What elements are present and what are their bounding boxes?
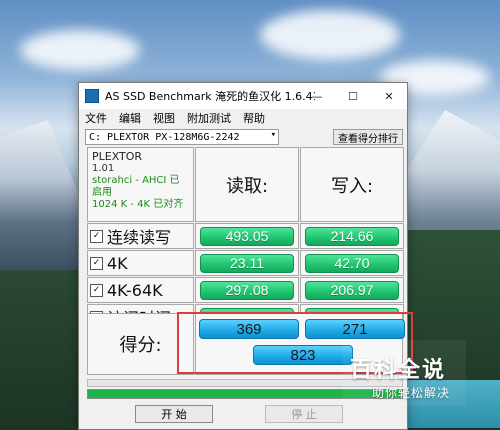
drive-select-value: C: PLEXTOR PX-128M6G-2242 bbox=[89, 131, 240, 143]
chevron-down-icon: ▾ bbox=[270, 130, 276, 140]
test-row-seq: ✓ 连续读写 bbox=[87, 223, 194, 249]
4k64-write-cell: 206.97 bbox=[300, 277, 404, 303]
4k64-write-value: 206.97 bbox=[305, 280, 399, 300]
menu-edit[interactable]: 编辑 bbox=[119, 110, 141, 126]
start-button[interactable]: 开 始 bbox=[135, 405, 213, 423]
4k64-checkbox[interactable]: ✓ bbox=[90, 283, 103, 297]
4k-write-cell: 42.70 bbox=[300, 250, 404, 276]
watermark-title: 百科全说 bbox=[350, 358, 447, 383]
4k64-read-value: 297.08 bbox=[200, 280, 294, 300]
seq-checkbox[interactable]: ✓ bbox=[90, 229, 103, 243]
menu-help[interactable]: 帮助 bbox=[243, 110, 265, 126]
menu-file[interactable]: 文件 bbox=[85, 110, 107, 126]
stop-button[interactable]: 停 止 bbox=[265, 405, 343, 423]
drive-row: C: PLEXTOR PX-128M6G-2242 ▾ 查看得分排行 bbox=[79, 127, 407, 147]
cloud bbox=[20, 30, 140, 70]
app-icon bbox=[85, 89, 99, 103]
4k64-label: 4K-64K bbox=[107, 280, 163, 300]
4k-label: 4K bbox=[107, 253, 128, 273]
mountain-left bbox=[0, 120, 80, 290]
drive-alignment-status: 1024 K - 4K 已对齐 bbox=[92, 199, 184, 210]
test-row-4k: ✓ 4K bbox=[87, 250, 194, 276]
seq-write-value: 214.66 bbox=[305, 226, 399, 246]
test-row-4k64: ✓ 4K-64K bbox=[87, 277, 194, 303]
close-button[interactable]: ✕ bbox=[371, 83, 407, 109]
menu-view[interactable]: 视图 bbox=[153, 110, 175, 126]
drive-info-panel: PLEXTOR 1.01 storahci - AHCI 已启用 1024 K … bbox=[87, 147, 194, 222]
seq-write-cell: 214.66 bbox=[300, 223, 404, 249]
write-header: 写入: bbox=[300, 147, 404, 222]
view-results-button[interactable]: 查看得分排行 bbox=[333, 129, 403, 145]
4k-write-value: 42.70 bbox=[305, 253, 399, 273]
4k-checkbox[interactable]: ✓ bbox=[90, 256, 103, 270]
drive-select[interactable]: C: PLEXTOR PX-128M6G-2242 ▾ bbox=[85, 129, 279, 145]
watermark-logo: 百科全说 助你轻松解决 bbox=[342, 340, 466, 406]
4k64-read-cell: 297.08 bbox=[195, 277, 299, 303]
seq-label: 连续读写 bbox=[107, 228, 172, 247]
drive-driver-status: storahci - AHCI 已启用 bbox=[92, 175, 180, 198]
window-title: AS SSD Benchmark 淹死的鱼汉化 1.6.41... bbox=[105, 90, 315, 103]
4k-read-cell: 23.11 bbox=[195, 250, 299, 276]
title-bar[interactable]: AS SSD Benchmark 淹死的鱼汉化 1.6.41... — ☐ ✕ bbox=[79, 83, 407, 109]
watermark-subtitle: 助你轻松解决 bbox=[372, 386, 451, 400]
forest-left bbox=[0, 270, 80, 430]
seq-read-cell: 493.05 bbox=[195, 223, 299, 249]
drive-firmware: 1.01 bbox=[92, 163, 115, 174]
menu-bar: 文件 编辑 视图 附加测试 帮助 bbox=[79, 109, 407, 127]
cloud bbox=[260, 10, 400, 60]
read-header: 读取: bbox=[195, 147, 299, 222]
menu-extra-tests[interactable]: 附加测试 bbox=[187, 110, 231, 126]
seq-read-value: 493.05 bbox=[200, 226, 294, 246]
minimize-button[interactable]: — bbox=[299, 83, 335, 109]
maximize-button[interactable]: ☐ bbox=[335, 83, 371, 109]
drive-model: PLEXTOR bbox=[92, 150, 143, 163]
4k-read-value: 23.11 bbox=[200, 253, 294, 273]
